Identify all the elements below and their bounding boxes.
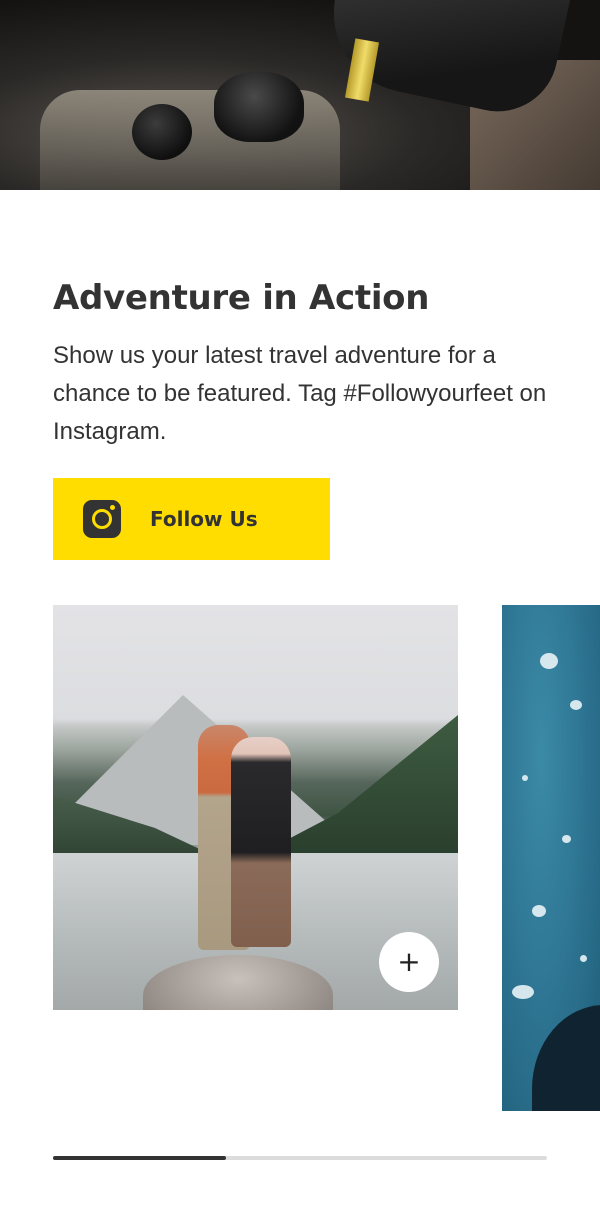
section-description: Show us your latest travel adventure for… [53, 342, 547, 445]
add-button[interactable]: + [379, 932, 439, 992]
instagram-icon [83, 500, 121, 538]
carousel-progress-fill [53, 1156, 226, 1160]
section-title: Adventure in Action [53, 278, 430, 318]
section-content: Adventure in Action Show us your latest … [53, 277, 553, 451]
gallery-photo-couple-lake[interactable]: + [53, 605, 458, 1010]
gallery-photo-ice[interactable] [502, 605, 600, 1111]
follow-us-label: Follow Us [150, 507, 258, 531]
carousel-progress-track[interactable] [53, 1156, 547, 1160]
follow-us-button[interactable]: Follow Us [53, 478, 330, 560]
hero-image [0, 0, 600, 190]
